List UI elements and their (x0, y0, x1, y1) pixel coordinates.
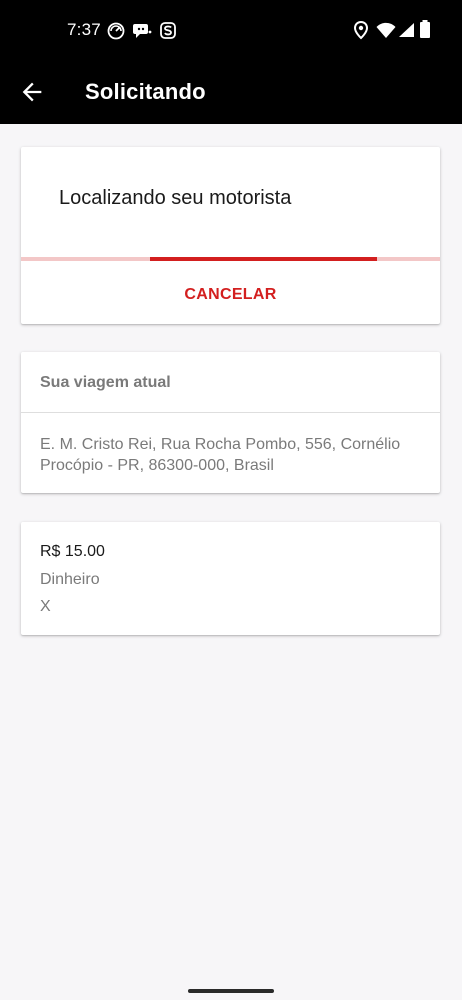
trip-price: R$ 15.00 (40, 543, 105, 560)
signal-icon (399, 23, 414, 37)
trip-address: E. M. Cristo Rei, Rua Rocha Pombo, 556, … (40, 436, 401, 474)
speedometer-icon (107, 22, 125, 40)
page-title: Solicitando (85, 79, 206, 104)
progress-indicator (150, 257, 377, 261)
payment-extra: X (40, 598, 51, 615)
request-status-card: Localizando seu motorista CANCELAR (21, 147, 440, 324)
battery-icon (420, 20, 430, 38)
arrow-back-icon[interactable] (18, 78, 46, 106)
divider (21, 412, 440, 413)
home-gesture-handle[interactable] (188, 989, 274, 993)
status-bar: 7:37 (0, 0, 462, 60)
payment-card: R$ 15.00 Dinheiro X (21, 522, 440, 635)
wifi-icon (376, 22, 396, 38)
s-icon (160, 22, 176, 39)
navigation-bar (0, 968, 462, 1000)
progress-bar (21, 257, 440, 261)
location-icon (353, 20, 369, 40)
trip-header: Sua viagem atual (40, 374, 171, 391)
status-time: 7:37 (67, 20, 101, 39)
searching-driver-text: Localizando seu motorista (59, 187, 292, 209)
cancel-button[interactable]: CANCELAR (21, 265, 440, 324)
chat-icon (133, 24, 152, 38)
app-bar: Solicitando (0, 60, 462, 124)
payment-method: Dinheiro (40, 571, 100, 588)
current-trip-card: Sua viagem atual E. M. Cristo Rei, Rua R… (21, 352, 440, 493)
